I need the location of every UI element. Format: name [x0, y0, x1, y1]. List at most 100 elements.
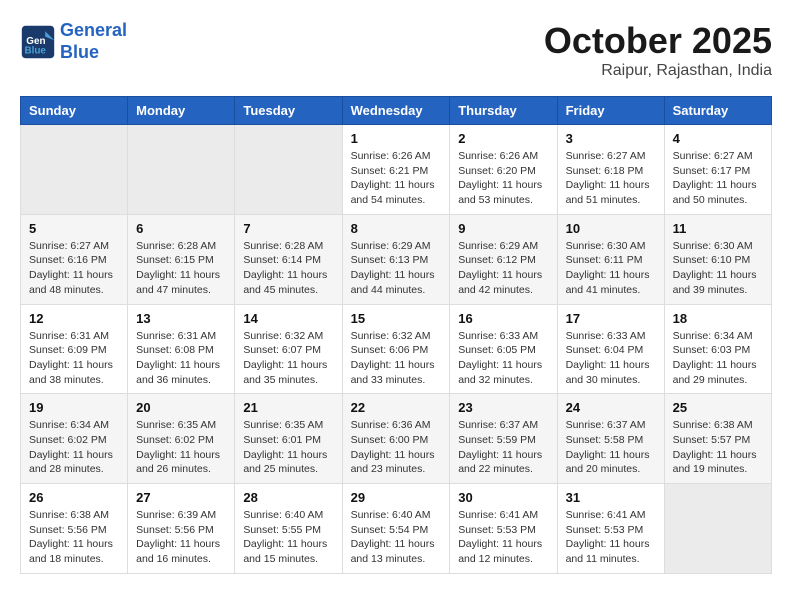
calendar-cell: 5 Sunrise: 6:27 AM Sunset: 6:16 PM Daylig…	[21, 214, 128, 304]
day-info: Sunrise: 6:28 AM Sunset: 6:15 PM Dayligh…	[136, 239, 226, 298]
calendar-cell: 28 Sunrise: 6:40 AM Sunset: 5:55 PM Dayli…	[235, 484, 342, 574]
calendar-cell: 22Sunrise: 6:36 AM Sunset: 6:00 PM Dayli…	[342, 394, 450, 484]
day-info: Sunrise: 6:34 AM Sunset: 6:02 PM Dayligh…	[29, 418, 119, 477]
day-number: 23	[458, 400, 548, 415]
calendar-cell: 23Sunrise: 6:37 AM Sunset: 5:59 PM Dayli…	[450, 394, 557, 484]
calendar-cell: 29Sunrise: 6:40 AM Sunset: 5:54 PM Dayli…	[342, 484, 450, 574]
day-info: Sunrise: 6:35 AM Sunset: 6:02 PM Dayligh…	[136, 418, 226, 477]
calendar-cell: 2Sunrise: 6:26 AM Sunset: 6:20 PM Daylig…	[450, 125, 557, 215]
day-number: 21	[243, 400, 333, 415]
day-number: 13	[136, 311, 226, 326]
logo-text: General Blue	[60, 20, 127, 63]
day-info: Sunrise: 6:30 AM Sunset: 6:10 PM Dayligh…	[673, 239, 763, 298]
calendar-cell: 6 Sunrise: 6:28 AM Sunset: 6:15 PM Daylig…	[128, 214, 235, 304]
day-info: Sunrise: 6:32 AM Sunset: 6:06 PM Dayligh…	[351, 329, 442, 388]
day-info: Sunrise: 6:40 AM Sunset: 5:54 PM Dayligh…	[351, 508, 442, 567]
day-number: 5	[29, 221, 119, 236]
day-info: Sunrise: 6:33 AM Sunset: 6:04 PM Dayligh…	[566, 329, 656, 388]
logo-icon: Gen Blue	[20, 24, 56, 60]
calendar-cell: 18 Sunrise: 6:34 AM Sunset: 6:03 PM Dayli…	[664, 304, 771, 394]
calendar-cell: 8 Sunrise: 6:29 AM Sunset: 6:13 PM Daylig…	[342, 214, 450, 304]
calendar-week-1: 1 Sunrise: 6:26 AM Sunset: 6:21 PM Daylig…	[21, 125, 772, 215]
day-info: Sunrise: 6:26 AM Sunset: 6:20 PM Dayligh…	[458, 149, 548, 208]
day-number: 26	[29, 490, 119, 505]
calendar-cell: 9 Sunrise: 6:29 AM Sunset: 6:12 PM Daylig…	[450, 214, 557, 304]
calendar-cell: 11 Sunrise: 6:30 AM Sunset: 6:10 PM Dayli…	[664, 214, 771, 304]
day-info: Sunrise: 6:29 AM Sunset: 6:13 PM Dayligh…	[351, 239, 442, 298]
day-info: Sunrise: 6:38 AM Sunset: 5:57 PM Dayligh…	[673, 418, 763, 477]
day-info: Sunrise: 6:31 AM Sunset: 6:09 PM Dayligh…	[29, 329, 119, 388]
day-info: Sunrise: 6:35 AM Sunset: 6:01 PM Dayligh…	[243, 418, 333, 477]
calendar-cell: 27Sunrise: 6:39 AM Sunset: 5:56 PM Dayli…	[128, 484, 235, 574]
calendar-cell: 24 Sunrise: 6:37 AM Sunset: 5:58 PM Dayli…	[557, 394, 664, 484]
calendar-cell: 13Sunrise: 6:31 AM Sunset: 6:08 PM Dayli…	[128, 304, 235, 394]
logo-line2: Blue	[60, 42, 99, 62]
weekday-header-thursday: Thursday	[450, 97, 557, 125]
weekday-header-friday: Friday	[557, 97, 664, 125]
calendar-cell: 10Sunrise: 6:30 AM Sunset: 6:11 PM Dayli…	[557, 214, 664, 304]
day-number: 28	[243, 490, 333, 505]
day-number: 4	[673, 131, 763, 146]
day-info: Sunrise: 6:34 AM Sunset: 6:03 PM Dayligh…	[673, 329, 763, 388]
day-number: 17	[566, 311, 656, 326]
day-number: 6	[136, 221, 226, 236]
day-info: Sunrise: 6:28 AM Sunset: 6:14 PM Dayligh…	[243, 239, 333, 298]
day-number: 24	[566, 400, 656, 415]
day-info: Sunrise: 6:36 AM Sunset: 6:00 PM Dayligh…	[351, 418, 442, 477]
day-number: 25	[673, 400, 763, 415]
calendar-cell: 19 Sunrise: 6:34 AM Sunset: 6:02 PM Dayli…	[21, 394, 128, 484]
calendar-cell: 20 Sunrise: 6:35 AM Sunset: 6:02 PM Dayli…	[128, 394, 235, 484]
day-info: Sunrise: 6:27 AM Sunset: 6:16 PM Dayligh…	[29, 239, 119, 298]
day-info: Sunrise: 6:39 AM Sunset: 5:56 PM Dayligh…	[136, 508, 226, 567]
calendar-cell: 30Sunrise: 6:41 AM Sunset: 5:53 PM Dayli…	[450, 484, 557, 574]
calendar-cell: 14 Sunrise: 6:32 AM Sunset: 6:07 PM Dayli…	[235, 304, 342, 394]
day-number: 19	[29, 400, 119, 415]
calendar-cell: 15 Sunrise: 6:32 AM Sunset: 6:06 PM Dayli…	[342, 304, 450, 394]
calendar-cell: 12Sunrise: 6:31 AM Sunset: 6:09 PM Dayli…	[21, 304, 128, 394]
day-number: 20	[136, 400, 226, 415]
logo: Gen Blue General Blue	[20, 20, 127, 63]
day-info: Sunrise: 6:41 AM Sunset: 5:53 PM Dayligh…	[458, 508, 548, 567]
weekday-header-sunday: Sunday	[21, 97, 128, 125]
day-info: Sunrise: 6:33 AM Sunset: 6:05 PM Dayligh…	[458, 329, 548, 388]
day-number: 7	[243, 221, 333, 236]
day-info: Sunrise: 6:37 AM Sunset: 5:58 PM Dayligh…	[566, 418, 656, 477]
day-number: 10	[566, 221, 656, 236]
logo-line1: General	[60, 20, 127, 40]
calendar-cell: 1 Sunrise: 6:26 AM Sunset: 6:21 PM Daylig…	[342, 125, 450, 215]
day-info: Sunrise: 6:29 AM Sunset: 6:12 PM Dayligh…	[458, 239, 548, 298]
day-number: 3	[566, 131, 656, 146]
calendar-cell: 26 Sunrise: 6:38 AM Sunset: 5:56 PM Dayli…	[21, 484, 128, 574]
weekday-header-monday: Monday	[128, 97, 235, 125]
day-number: 14	[243, 311, 333, 326]
day-info: Sunrise: 6:40 AM Sunset: 5:55 PM Dayligh…	[243, 508, 333, 567]
day-number: 8	[351, 221, 442, 236]
title-block: October 2025 Raipur, Rajasthan, India	[544, 20, 772, 80]
calendar-week-3: 12Sunrise: 6:31 AM Sunset: 6:09 PM Dayli…	[21, 304, 772, 394]
weekday-header-row: SundayMondayTuesdayWednesdayThursdayFrid…	[21, 97, 772, 125]
day-info: Sunrise: 6:32 AM Sunset: 6:07 PM Dayligh…	[243, 329, 333, 388]
weekday-header-wednesday: Wednesday	[342, 97, 450, 125]
day-number: 15	[351, 311, 442, 326]
day-number: 18	[673, 311, 763, 326]
day-info: Sunrise: 6:27 AM Sunset: 6:17 PM Dayligh…	[673, 149, 763, 208]
day-number: 1	[351, 131, 442, 146]
day-number: 11	[673, 221, 763, 236]
day-info: Sunrise: 6:26 AM Sunset: 6:21 PM Dayligh…	[351, 149, 442, 208]
calendar-week-5: 26 Sunrise: 6:38 AM Sunset: 5:56 PM Dayli…	[21, 484, 772, 574]
location-title: Raipur, Rajasthan, India	[544, 62, 772, 80]
calendar-week-2: 5 Sunrise: 6:27 AM Sunset: 6:16 PM Daylig…	[21, 214, 772, 304]
day-number: 16	[458, 311, 548, 326]
calendar-cell: 16 Sunrise: 6:33 AM Sunset: 6:05 PM Dayli…	[450, 304, 557, 394]
day-info: Sunrise: 6:38 AM Sunset: 5:56 PM Dayligh…	[29, 508, 119, 567]
calendar-cell: 17 Sunrise: 6:33 AM Sunset: 6:04 PM Dayli…	[557, 304, 664, 394]
calendar-cell: 25 Sunrise: 6:38 AM Sunset: 5:57 PM Dayli…	[664, 394, 771, 484]
calendar-cell	[235, 125, 342, 215]
month-title: October 2025	[544, 20, 772, 62]
calendar-cell	[21, 125, 128, 215]
weekday-header-saturday: Saturday	[664, 97, 771, 125]
calendar-cell: 4 Sunrise: 6:27 AM Sunset: 6:17 PM Daylig…	[664, 125, 771, 215]
day-number: 9	[458, 221, 548, 236]
calendar-cell	[128, 125, 235, 215]
day-info: Sunrise: 6:27 AM Sunset: 6:18 PM Dayligh…	[566, 149, 656, 208]
